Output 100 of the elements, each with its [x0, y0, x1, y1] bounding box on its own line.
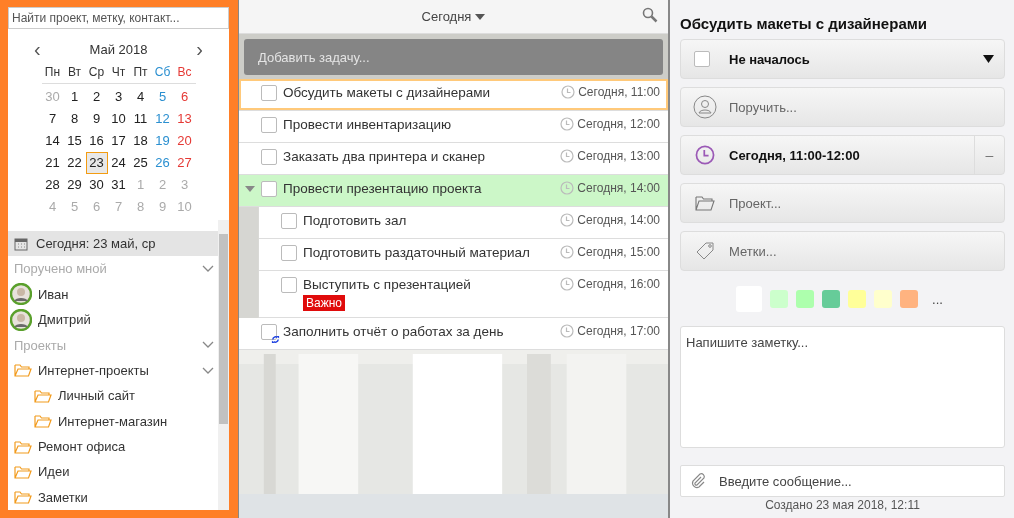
calendar-day[interactable]: 7: [41, 107, 64, 130]
task-row[interactable]: Провести презентацию проекта Сегодня, 14:00: [239, 175, 668, 207]
calendar-day[interactable]: 26: [151, 151, 174, 174]
chevron-down-icon[interactable]: [202, 264, 214, 273]
calendar-day[interactable]: 13: [173, 107, 196, 130]
contact-item[interactable]: Иван: [8, 281, 218, 307]
task-title: Обсудить макеты с дизайнерами: [680, 15, 929, 32]
checkbox[interactable]: [694, 51, 710, 67]
project-field[interactable]: Проект...: [680, 183, 1005, 223]
task-row[interactable]: Заказать два принтера и сканер Сегодня, 13:00: [239, 143, 668, 175]
checkbox[interactable]: [261, 85, 277, 101]
calendar-day[interactable]: 1: [63, 85, 86, 108]
folder-icon: [34, 414, 52, 429]
calendar-day[interactable]: 14: [41, 129, 64, 152]
prev-month-button[interactable]: ‹: [30, 40, 45, 59]
field-label: Сегодня, 11:00-12:00: [729, 147, 861, 163]
project-item[interactable]: Идеи: [38, 464, 218, 480]
folder-icon: [14, 464, 32, 479]
color-swatch[interactable]: [900, 290, 919, 308]
checkbox[interactable]: [261, 149, 277, 165]
project-item[interactable]: Ремонт офиса: [38, 439, 218, 455]
chevron-down-icon[interactable]: [202, 341, 214, 350]
calendar-day[interactable]: 9: [85, 107, 108, 130]
checkbox[interactable]: [281, 245, 297, 261]
add-task-field[interactable]: Добавить задачу...: [244, 39, 663, 75]
field-label: Метки...: [729, 243, 778, 259]
scrollbar[interactable]: [218, 220, 229, 510]
weekday-label: Сб: [151, 61, 174, 84]
time-field[interactable]: Сегодня, 11:00-12:00 –: [680, 135, 1005, 175]
calendar-day[interactable]: 20: [173, 129, 196, 152]
calendar-day[interactable]: 5: [151, 85, 174, 108]
calendar-day[interactable]: 2: [85, 85, 108, 108]
calendar-day[interactable]: 17: [107, 129, 130, 152]
more-colors-button[interactable]: ...: [926, 290, 949, 308]
checkbox[interactable]: [281, 213, 297, 229]
weekday-label: Вс: [173, 61, 196, 84]
calendar-day[interactable]: 8: [63, 107, 86, 130]
checkbox[interactable]: [261, 181, 277, 197]
checkbox[interactable]: [281, 277, 297, 293]
search-field[interactable]: Найти проект, метку, контакт...: [8, 7, 229, 29]
color-swatch[interactable]: [822, 290, 841, 308]
message-field[interactable]: Введите сообщение...: [680, 465, 1005, 497]
calendar-day[interactable]: 29: [63, 173, 86, 196]
color-swatch[interactable]: [874, 290, 893, 308]
project-item[interactable]: Личный сайт: [58, 388, 135, 404]
folder-icon: [14, 439, 32, 454]
caret-icon[interactable]: [245, 186, 255, 192]
color-swatch[interactable]: [796, 290, 815, 308]
calendar-day[interactable]: 16: [85, 129, 108, 152]
calendar-day[interactable]: 12: [151, 107, 174, 130]
filter-dropdown[interactable]: Сегодня: [415, 8, 492, 25]
calendar-day[interactable]: 3: [107, 85, 130, 108]
calendar-day[interactable]: 30: [85, 173, 108, 196]
calendar-day[interactable]: 31: [107, 173, 130, 196]
task-row[interactable]: Подготовить зал Сегодня, 14:00: [259, 207, 668, 239]
today-label: Сегодня: 23 май, ср: [36, 236, 156, 252]
chevron-down-icon[interactable]: [202, 366, 214, 375]
calendar-day[interactable]: 4: [129, 85, 152, 108]
paperclip-icon[interactable]: [690, 472, 706, 490]
due-time: Сегодня, 13:00: [577, 149, 660, 163]
project-item[interactable]: Заметки: [38, 489, 218, 505]
calendar-day[interactable]: 21: [41, 151, 64, 174]
due-time: Сегодня, 16:00: [577, 277, 660, 291]
calendar-day[interactable]: 6: [173, 85, 196, 108]
calendar-day[interactable]: 25: [129, 151, 152, 174]
task-row[interactable]: Обсудить макеты с дизайнерами Сегодня, 11:00: [239, 79, 668, 111]
task-row[interactable]: Провести инвентаризацию Сегодня, 12:00: [239, 111, 668, 143]
due-time: Сегодня, 14:00: [577, 213, 660, 227]
calendar-day[interactable]: 10: [107, 107, 130, 130]
due-time: Сегодня, 14:00: [577, 181, 660, 195]
weekday-label: Вт: [63, 61, 86, 84]
calendar-day[interactable]: 18: [129, 129, 152, 152]
clock-icon: [695, 145, 715, 165]
calendar-day[interactable]: 23: [85, 151, 108, 174]
clear-button[interactable]: –: [974, 136, 1004, 174]
weekday-label: Пт: [129, 61, 152, 84]
task-row[interactable]: Заполнить отчёт о работах за день Сегодня, 17:00: [239, 318, 668, 350]
assignee-field[interactable]: Поручить...: [680, 87, 1005, 127]
checkbox[interactable]: [261, 117, 277, 133]
calendar-day[interactable]: 19: [151, 129, 174, 152]
folder-icon: [14, 363, 32, 378]
calendar-day[interactable]: 22: [63, 151, 86, 174]
next-month-button[interactable]: ›: [192, 40, 207, 59]
project-item[interactable]: Интернет-проекты: [38, 362, 196, 378]
contact-item[interactable]: Дмитрий: [8, 307, 218, 333]
calendar-day[interactable]: 27: [173, 151, 196, 174]
today-bar[interactable]: Сегодня: 23 май, ср: [8, 230, 218, 257]
task-row[interactable]: Выступить с презентацией Важно Сегодня, 16:00: [259, 271, 668, 318]
tags-field[interactable]: Метки...: [680, 231, 1005, 271]
color-swatch[interactable]: [770, 290, 789, 308]
color-swatch[interactable]: [848, 290, 867, 308]
project-item[interactable]: Интернет-магазин: [58, 413, 168, 429]
status-dropdown[interactable]: Не началось: [680, 39, 1005, 79]
calendar-day[interactable]: 11: [129, 107, 152, 130]
note-field[interactable]: Напишите заметку...: [680, 326, 1005, 448]
calendar-day[interactable]: 15: [63, 129, 86, 152]
task-row[interactable]: Подготовить раздаточный материал Сегодня, 15:00: [259, 239, 668, 271]
calendar-day[interactable]: 24: [107, 151, 130, 174]
calendar-day[interactable]: 28: [41, 173, 64, 196]
checkbox[interactable]: [261, 324, 277, 340]
